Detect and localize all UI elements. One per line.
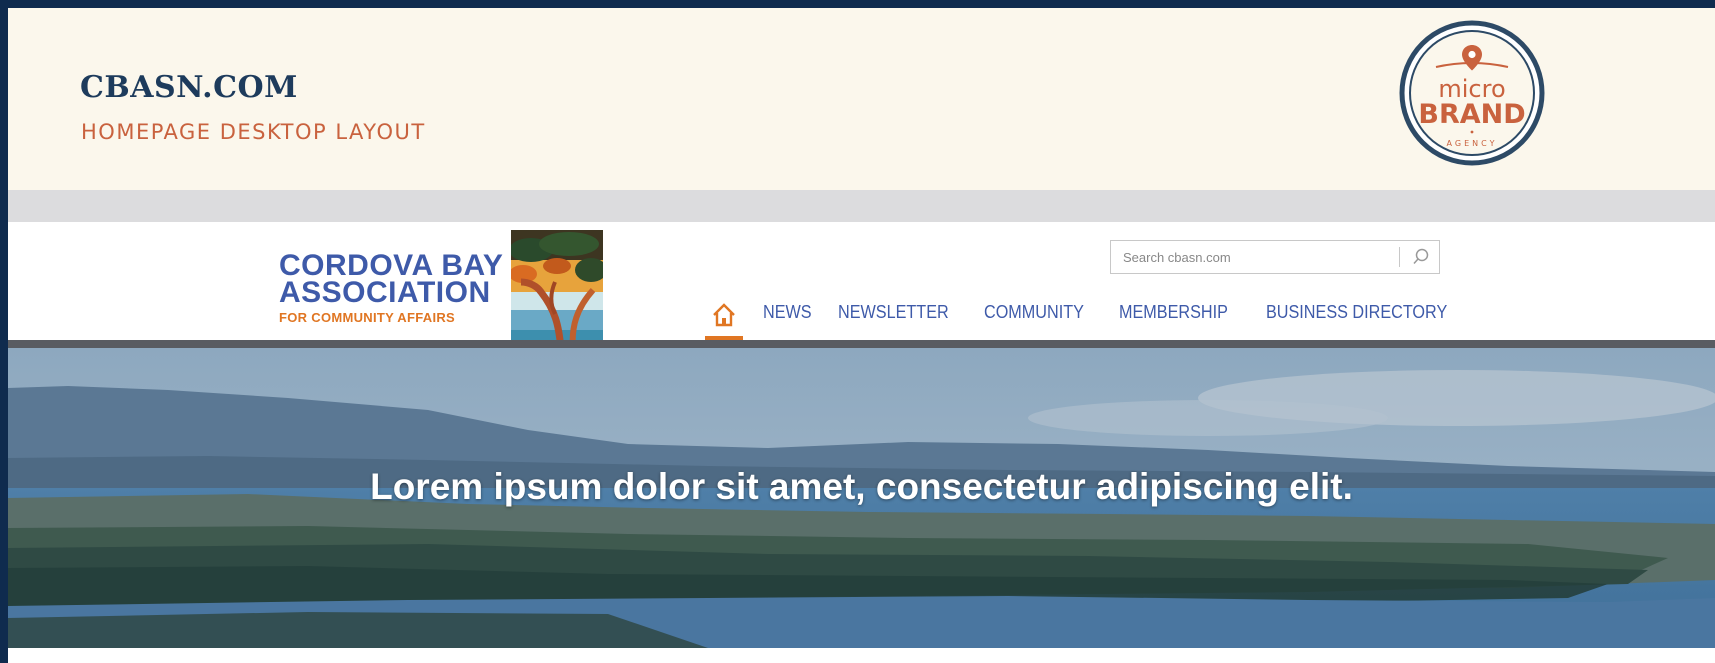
site-header: CORDOVA BAY ASSOCIATION FOR COMMUNITY AF… xyxy=(8,222,1715,350)
search-bar xyxy=(1110,240,1440,274)
nav-item-news[interactable]: NEWS xyxy=(763,302,812,323)
search-input[interactable] xyxy=(1123,248,1393,266)
hero-banner: Lorem ipsum dolor sit amet, consectetur … xyxy=(8,348,1715,648)
gray-separator xyxy=(8,190,1715,222)
nav-item-newsletter[interactable]: NEWSLETTER xyxy=(838,302,949,323)
presentation-header: CBASN.COM HOMEPAGE DESKTOP LAYOUT micro … xyxy=(8,8,1715,190)
nav-item-membership[interactable]: MEMBERSHIP xyxy=(1119,302,1228,323)
search-divider xyxy=(1399,247,1400,267)
nav-home[interactable] xyxy=(705,298,743,340)
site-logo-line1: CORDOVA BAY xyxy=(279,249,504,282)
presentation-title: CBASN.COM xyxy=(80,70,298,105)
presentation-subtitle: HOMEPAGE DESKTOP LAYOUT xyxy=(81,120,426,144)
search-icon[interactable] xyxy=(1407,244,1435,270)
hero-headline: Lorem ipsum dolor sit amet, consectetur … xyxy=(370,466,1353,507)
agency-logo: micro BRAND AGENCY xyxy=(1399,20,1545,166)
home-icon xyxy=(713,303,735,327)
site-logo[interactable]: CORDOVA BAY ASSOCIATION FOR COMMUNITY AF… xyxy=(279,249,504,326)
agency-logo-line2: BRAND xyxy=(1418,99,1525,130)
header-divider xyxy=(8,340,1715,348)
presentation-frame: CBASN.COM HOMEPAGE DESKTOP LAYOUT micro … xyxy=(8,8,1715,663)
site-logo-line2: ASSOCIATION xyxy=(279,276,491,309)
site-logo-tagline: FOR COMMUNITY AFFAIRS xyxy=(279,310,456,325)
agency-logo-line3: AGENCY xyxy=(1447,139,1498,148)
logo-artwork[interactable] xyxy=(511,230,603,350)
nav-item-community[interactable]: COMMUNITY xyxy=(984,302,1084,323)
main-nav: NEWS NEWSLETTER COMMUNITY MEMBERSHIP BUS… xyxy=(763,302,1493,340)
nav-item-business-directory[interactable]: BUSINESS DIRECTORY xyxy=(1266,302,1447,323)
